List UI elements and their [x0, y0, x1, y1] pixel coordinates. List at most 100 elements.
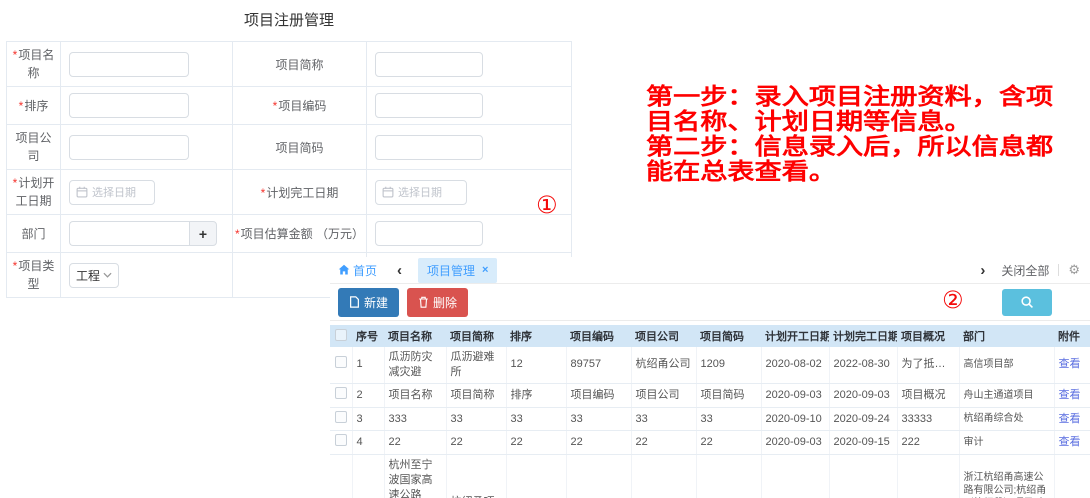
calendar-icon [382, 186, 394, 198]
project-list-panel: 首页 ‹ 项目管理 × › 关闭全部 ⚙ 新建 删除 [330, 257, 1090, 498]
table-row: 42222222222222020-09-032020-09-15222审计查看 [330, 431, 1090, 455]
column-header[interactable]: 序号 [352, 325, 384, 347]
calendar-icon [76, 186, 88, 198]
column-header[interactable]: 项目概况 [897, 325, 959, 347]
new-button[interactable]: 新建 [338, 288, 399, 317]
instructions-note: 第一步：录入项目注册资料，含项目名称、计划日期等信息。第二步：信息录入后，所以信… [646, 84, 1053, 184]
date-placeholder: 选择日期 [398, 184, 442, 200]
table-cell: 项目简称 [446, 383, 506, 407]
table-cell: 排序 [506, 383, 566, 407]
divider [1058, 264, 1059, 276]
form-row: *项目名称 项目简称 [7, 42, 572, 87]
close-all-tabs-button[interactable]: 关闭全部 [1001, 262, 1049, 279]
column-header[interactable]: 部门 [959, 325, 1054, 347]
view-attachment-link[interactable]: 查看 [1059, 358, 1081, 370]
table-cell: 22 [566, 431, 631, 455]
table-cell: 4 [352, 431, 384, 455]
plan-start-date-label: *计划开工日期 [7, 170, 61, 215]
table-cell: 为了抵御末日… [897, 347, 959, 383]
table-cell: 杭绍甬（杭绍… [897, 455, 959, 498]
plan-start-date-input[interactable]: 选择日期 [69, 180, 155, 205]
sort-input[interactable] [69, 93, 189, 118]
project-type-select[interactable]: 工程 [69, 263, 119, 288]
table-cell: 33 [631, 407, 696, 431]
select-all-checkbox[interactable] [335, 329, 347, 341]
project-type-label: *项目类型 [7, 253, 61, 298]
table-cell: 2020-07-01 [761, 455, 829, 498]
plan-finish-date-input[interactable]: 选择日期 [375, 180, 467, 205]
department-add-button[interactable]: + [189, 221, 217, 246]
department-label: 部门 [7, 215, 61, 253]
table-cell: 2020-09-03 [761, 383, 829, 407]
tabs-scroll-left-icon[interactable]: ‹ [397, 263, 402, 278]
chevron-down-icon [103, 272, 112, 278]
tab-project-management[interactable]: 项目管理 × [418, 258, 497, 283]
project-short-code-input[interactable] [375, 135, 483, 160]
instruction-line: 能在总表查看。 [646, 159, 1053, 184]
column-header[interactable]: 排序 [506, 325, 566, 347]
table-cell: 杭州至宁波国家高速公路（杭绍甬高速）杭州至绍兴段 [384, 455, 446, 498]
tab-bar: 首页 ‹ 项目管理 × › 关闭全部 ⚙ [330, 257, 1090, 284]
column-header[interactable]: 附件 [1054, 325, 1090, 347]
tab-label: 项目管理 [427, 262, 475, 279]
view-attachment-link[interactable]: 查看 [1059, 436, 1081, 448]
table-row: 5杭州至宁波国家高速公路（杭绍甬高速）杭州至绍兴段杭绍甬项目5400000001… [330, 455, 1090, 498]
search-button[interactable] [1002, 289, 1052, 316]
tabs-scroll-right-icon[interactable]: › [980, 263, 985, 278]
required-marker: * [19, 99, 24, 113]
table-cell: 33 [506, 407, 566, 431]
row-checkbox[interactable] [335, 356, 347, 368]
sort-label: *排序 [7, 87, 61, 125]
column-header[interactable]: 项目名称 [384, 325, 446, 347]
instruction-line: 第一步：录入项目注册资料，含项 [646, 84, 1053, 109]
table-cell: 项目简码 [696, 383, 761, 407]
column-header[interactable]: 项目简码 [696, 325, 761, 347]
instruction-line: 目名称、计划日期等信息。 [646, 109, 1053, 134]
estimate-amount-label: *项目估算金额 （万元） [233, 215, 367, 253]
document-icon [349, 296, 360, 308]
list-toolbar: 新建 删除 [330, 284, 1090, 321]
department-input[interactable] [69, 221, 189, 246]
view-attachment-link[interactable]: 查看 [1059, 413, 1081, 425]
project-name-input[interactable] [69, 52, 189, 77]
table-cell: 浙江杭绍甬高速公路有限公司;杭绍甬（杭绍段）项目;交工项目部;监理JL4;监理J… [959, 455, 1054, 498]
table-cell: 22 [631, 431, 696, 455]
row-checkbox[interactable] [335, 411, 347, 423]
column-header[interactable]: 计划完工日期 [829, 325, 897, 347]
column-header[interactable]: 项目编码 [566, 325, 631, 347]
column-header[interactable]: 计划开工日期 [761, 325, 829, 347]
column-header[interactable]: 项目简称 [446, 325, 506, 347]
table-cell: 杭绍甬项目 [446, 455, 506, 498]
project-code-label: *项目编码 [233, 87, 367, 125]
table-cell: 2020-09-15 [829, 431, 897, 455]
table-cell: 杭绍甬公司 [631, 455, 696, 498]
table-cell: 3 [352, 407, 384, 431]
project-type-value: 工程 [76, 267, 100, 284]
table-cell: 瓜沥防灾减灾避 [384, 347, 446, 383]
gear-icon[interactable]: ⚙ [1068, 262, 1080, 278]
table-cell: 2020-09-03 [761, 431, 829, 455]
table-cell: 1209 [696, 347, 761, 383]
table-row: 2项目名称项目简称排序项目编码项目公司项目简码2020-09-032020-09… [330, 383, 1090, 407]
project-code-input[interactable] [375, 93, 483, 118]
table-cell: 333 [384, 407, 446, 431]
form-row: *计划开工日期 选择日期 *计划完工日期 选择日期 [7, 170, 572, 215]
column-header[interactable]: 项目公司 [631, 325, 696, 347]
row-checkbox[interactable] [335, 387, 347, 399]
table-cell: 33 [566, 407, 631, 431]
delete-button[interactable]: 删除 [407, 288, 468, 317]
plan-finish-date-label: *计划完工日期 [233, 170, 367, 215]
table-cell: 审计 [959, 431, 1054, 455]
table-cell: 杭绍甬公司 [631, 347, 696, 383]
table-cell: 22 [506, 431, 566, 455]
project-company-input[interactable] [69, 135, 189, 160]
home-nav[interactable]: 首页 [338, 262, 377, 279]
row-checkbox[interactable] [335, 434, 347, 446]
required-marker: * [13, 48, 18, 62]
view-attachment-link[interactable]: 查看 [1059, 389, 1081, 401]
project-short-name-input[interactable] [375, 52, 483, 77]
table-cell: 杭绍甬综合处 [959, 407, 1054, 431]
form-row: 项目公司 项目简码 [7, 125, 572, 170]
estimate-amount-input[interactable] [375, 221, 483, 246]
tab-close-icon[interactable]: × [482, 264, 488, 276]
